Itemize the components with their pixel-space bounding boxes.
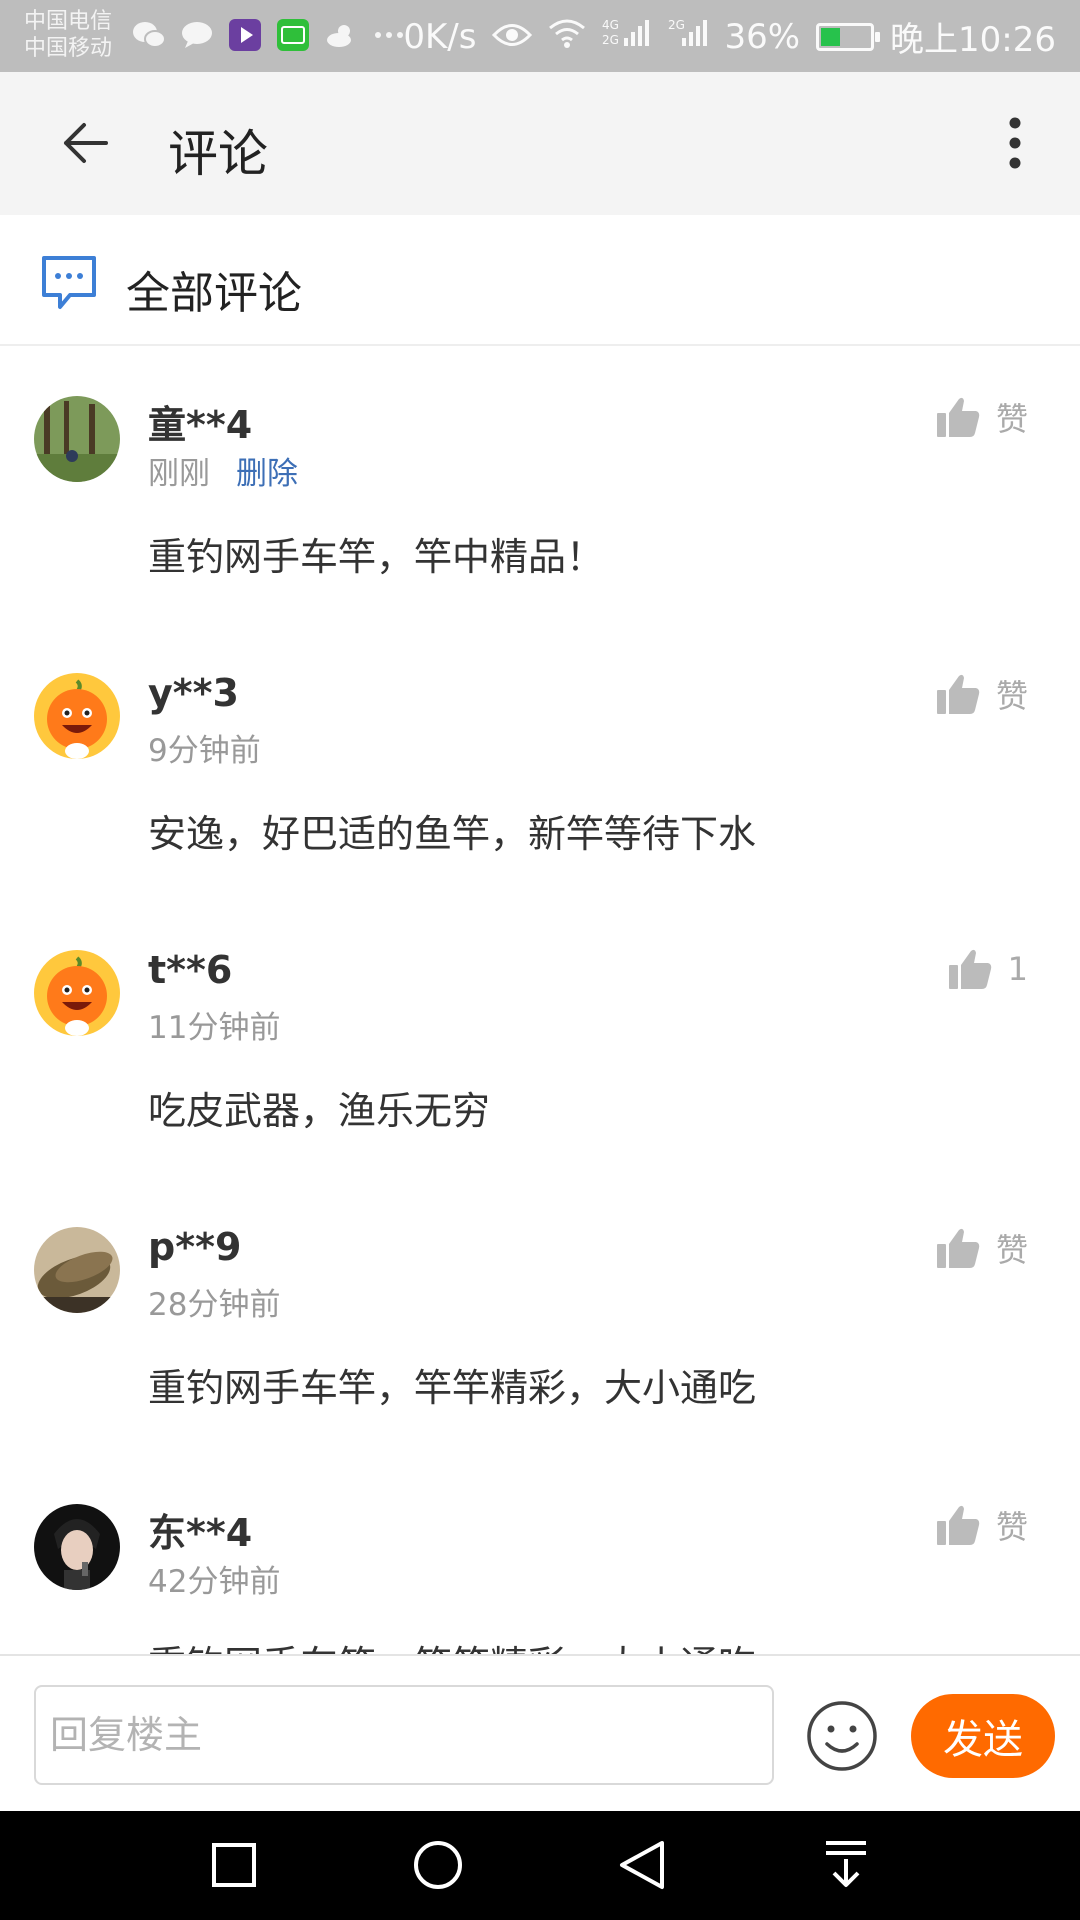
comment-item: 童**4 刚刚 删除 重钓网手车竿，竿中精品！ 赞 — [0, 346, 1080, 623]
signal-2g-icon: 2G — [668, 16, 708, 57]
weather-icon — [324, 18, 358, 52]
iqiyi-icon — [276, 18, 310, 52]
pulldown-icon — [826, 1841, 866, 1887]
comment-text: 重钓网手车竿，竿中精品！ — [148, 535, 605, 579]
comment-meta: 刚刚 删除 — [148, 448, 298, 493]
comment-item: p**9 28分钟前 重钓网手车竿，竿竿精彩，大小通吃 赞 — [0, 1177, 1080, 1454]
like-label: 赞 — [995, 1231, 1028, 1269]
avatar[interactable] — [34, 1504, 120, 1590]
comment-text: 安逸，好巴适的鱼竿，新竿等待下水 — [148, 812, 757, 856]
comment-time: 刚刚 — [148, 456, 210, 492]
more-options-button[interactable] — [980, 108, 1050, 178]
svg-text:2G: 2G — [602, 33, 619, 47]
system-nav-bar — [0, 1811, 1080, 1920]
comment-time: 9分钟前 — [148, 733, 261, 769]
back-button[interactable] — [50, 108, 120, 178]
comment-item: y**3 9分钟前 安逸，好巴适的鱼竿，新竿等待下水 赞 — [0, 623, 1080, 900]
more-vertical-icon — [1009, 117, 1021, 169]
signal-4g-icon: 4G 2G — [602, 16, 652, 57]
comment-time: 28分钟前 — [148, 1287, 281, 1323]
eye-icon — [492, 17, 533, 57]
reply-input[interactable] — [34, 1685, 774, 1785]
video-app-icon — [228, 18, 262, 52]
avatar[interactable] — [34, 673, 120, 759]
avatar[interactable] — [34, 950, 120, 1036]
comment-meta: 28分钟前 — [148, 1279, 280, 1324]
like-label: 赞 — [995, 400, 1028, 438]
wechat-icon — [132, 18, 166, 52]
message-icon — [180, 18, 214, 52]
comment-username[interactable]: y**3 — [148, 671, 239, 715]
comment-time: 42分钟前 — [148, 1564, 281, 1600]
comment-username[interactable]: t**6 — [148, 948, 232, 992]
comment-username[interactable]: 童**4 — [148, 394, 252, 449]
comment-meta: 9分钟前 — [148, 725, 261, 770]
wifi-icon — [548, 17, 586, 57]
notification-icons — [132, 18, 406, 52]
triangle-back-icon — [620, 1841, 664, 1889]
square-icon — [212, 1843, 256, 1887]
like-label: 赞 — [995, 677, 1028, 715]
status-bar: 中国电信 中国移动 0K/s 4G 2G 2G 36% 晚上10:26 — [0, 0, 1080, 72]
like-button[interactable]: 1 — [948, 948, 1028, 990]
comment-meta: 11分钟前 — [148, 1002, 280, 1047]
avatar[interactable] — [34, 1227, 120, 1313]
emoji-button[interactable] — [806, 1700, 878, 1772]
section-title: 全部评论 — [126, 268, 302, 319]
like-count: 1 — [1007, 950, 1028, 988]
thumbs-up-icon — [936, 397, 980, 437]
app-bar: 评论 — [0, 72, 1080, 215]
comment-text: 重钓网手车竿，竿竿精彩，大小通吃 — [148, 1366, 757, 1410]
thumbs-up-icon — [936, 1228, 980, 1268]
page-title: 评论 — [168, 125, 268, 183]
notification-pulldown-button[interactable] — [814, 1833, 878, 1897]
clock: 晚上10:26 — [890, 20, 1056, 60]
reply-bar: 发送 — [0, 1654, 1080, 1811]
recents-button[interactable] — [202, 1833, 266, 1897]
delete-link[interactable]: 删除 — [236, 448, 298, 493]
like-label: 赞 — [995, 1508, 1028, 1546]
all-comments-header: 全部评论 — [0, 215, 1080, 346]
comment-item: 东**4 42分钟前 重钓网手车竿，竿竿精彩，大小通吃 赞 — [0, 1454, 1080, 1654]
like-button[interactable]: 赞 — [936, 1225, 1028, 1271]
network-speed: 0K/s — [403, 16, 477, 57]
back-arrow-icon — [64, 123, 108, 163]
battery-percent: 36% — [724, 16, 801, 57]
home-button[interactable] — [406, 1833, 470, 1897]
carrier-2: 中国移动 — [24, 36, 113, 61]
comment-username[interactable]: p**9 — [148, 1225, 241, 1269]
more-notifications-icon — [372, 18, 406, 52]
comment-text: 吃皮武器，渔乐无穷 — [148, 1089, 491, 1133]
comment-meta: 42分钟前 — [148, 1556, 280, 1601]
carrier-1: 中国电信 — [24, 9, 113, 34]
send-button[interactable]: 发送 — [911, 1694, 1055, 1778]
system-status: 0K/s 4G 2G 2G 36% 晚上10:26 — [403, 12, 1056, 61]
comment-bubble-icon — [42, 256, 96, 309]
like-button[interactable]: 赞 — [936, 394, 1028, 440]
svg-text:2G: 2G — [668, 18, 685, 32]
like-button[interactable]: 赞 — [936, 671, 1028, 717]
comment-text: 重钓网手车竿，竿竿精彩，大小通吃 — [148, 1634, 756, 1654]
comment-time: 11分钟前 — [148, 1010, 281, 1046]
thumbs-up-icon — [948, 949, 991, 989]
back-nav-button[interactable] — [610, 1833, 674, 1897]
like-button[interactable]: 赞 — [936, 1502, 1028, 1548]
circle-icon — [414, 1841, 462, 1889]
thumbs-up-icon — [936, 674, 980, 714]
battery-icon — [816, 22, 881, 51]
avatar[interactable] — [34, 396, 120, 482]
carrier-info: 中国电信 中国移动 — [24, 8, 112, 62]
smiley-icon — [807, 1701, 877, 1771]
comment-username[interactable]: 东**4 — [148, 1502, 252, 1557]
svg-text:4G: 4G — [602, 18, 619, 32]
comment-item: t**6 11分钟前 吃皮武器，渔乐无穷 1 — [0, 900, 1080, 1177]
thumbs-up-icon — [936, 1505, 980, 1545]
